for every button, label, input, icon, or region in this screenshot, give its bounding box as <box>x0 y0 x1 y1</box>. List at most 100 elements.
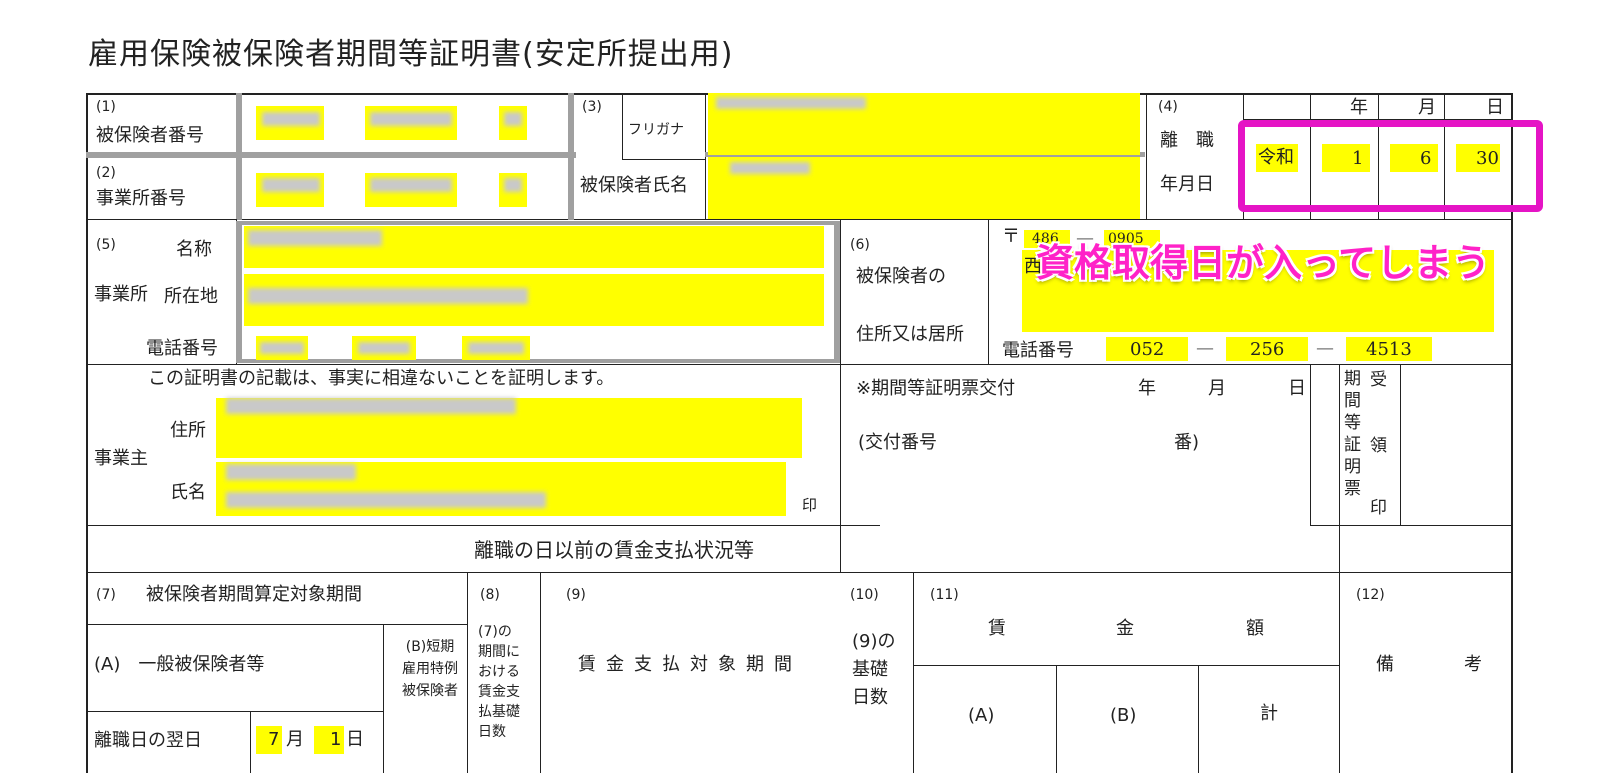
cert-address-label: 住所 <box>170 420 206 441</box>
f5-jigyosho: 事業所 <box>94 284 148 305</box>
redaction <box>504 112 522 126</box>
f11-total: 計 <box>1260 703 1278 724</box>
f8-line: 日数 <box>478 724 506 740</box>
v-line <box>467 572 468 773</box>
f2-num: (2) <box>96 165 116 181</box>
v-line <box>988 219 989 365</box>
f8-line: 期間に <box>478 644 520 660</box>
redaction <box>504 178 522 192</box>
v-line <box>1056 665 1057 773</box>
issue-number-close: 番) <box>1174 432 1200 453</box>
f10-num: (10) <box>850 587 879 603</box>
row-line-2 <box>86 364 1513 365</box>
f4-h-month: 月 <box>1418 97 1436 118</box>
grey-frame <box>568 93 574 220</box>
f6-phone-label: 電話番号 <box>1002 340 1074 361</box>
redaction <box>260 342 304 354</box>
f7-month[interactable]: 7 <box>268 731 279 749</box>
f9-label: 賃金支払対象期間 <box>578 654 802 675</box>
vchar: 等 <box>1344 413 1361 433</box>
f7-B: (B)短期 雇用特例 被保険者 <box>394 636 466 702</box>
f11-c1: 賃 <box>988 618 1006 639</box>
f7-num: (7) <box>96 587 116 603</box>
redaction <box>262 178 320 192</box>
redaction <box>358 342 410 354</box>
postal-mark: 〒 <box>1002 226 1020 247</box>
receipt-char-2: 領 <box>1370 436 1387 456</box>
f11-c3: 額 <box>1246 618 1264 639</box>
f7-day-unit: 日 <box>346 729 364 750</box>
f10-line: (9)の <box>852 631 896 652</box>
receipt-char-3: 印 <box>1370 498 1387 518</box>
redaction <box>248 288 528 304</box>
h-line <box>622 159 706 160</box>
vchar: 証 <box>1344 435 1361 455</box>
f8-num: (8) <box>480 587 500 603</box>
document-title: 雇用保険被保険者期間等証明書(安定所提出用) <box>88 37 734 72</box>
v-line <box>622 93 623 160</box>
phone-dash-2: — <box>1316 338 1334 359</box>
f8-line: 賃金支 <box>478 684 520 700</box>
f8-line: おける <box>478 664 520 680</box>
f11-A: (A) <box>968 705 995 726</box>
v-line <box>840 219 841 573</box>
f11-B: (B) <box>1110 705 1137 726</box>
redaction <box>370 112 452 126</box>
f6-phone3[interactable]: 4513 <box>1366 341 1412 359</box>
annotation-callout: 資格取得日が入ってしまう <box>1036 241 1491 285</box>
f4-label2: 年月日 <box>1160 174 1214 195</box>
f7-A: (A) 一般被保険者等 <box>94 654 265 675</box>
f5-address-label: 所在地 <box>164 286 218 307</box>
vchar: 明 <box>1344 457 1361 477</box>
f10-line: 日数 <box>852 687 888 708</box>
f4-h-day: 日 <box>1486 97 1504 118</box>
f3-furigana-label: フリガナ <box>628 122 684 138</box>
f4-num: (4) <box>1158 99 1178 115</box>
f8-label: (7)の 期間に おける 賃金支 払基礎 日数 <box>478 622 520 742</box>
issue-day: 日 <box>1288 378 1306 399</box>
issue-label: ※期間等証明票交付 <box>856 378 1016 399</box>
row-line-3a <box>86 525 880 526</box>
v-line <box>250 711 251 773</box>
f7-B-line: (B)短期 <box>405 639 455 655</box>
f6-phone2[interactable]: 256 <box>1250 341 1284 359</box>
cert-name-label: 氏名 <box>170 482 206 503</box>
redaction <box>262 112 320 126</box>
f7-B-line: 雇用特例 <box>402 661 458 677</box>
redaction <box>716 97 866 109</box>
f6-phone1[interactable]: 052 <box>1130 341 1164 359</box>
vchar: 票 <box>1344 479 1361 499</box>
f5-name-label: 名称 <box>176 239 212 260</box>
grey-frame <box>236 221 242 363</box>
date-annotation-box <box>1238 120 1543 212</box>
f11-num: (11) <box>930 587 959 603</box>
grey-frame <box>86 152 576 158</box>
border-left <box>86 93 88 773</box>
issue-year: 年 <box>1138 378 1156 399</box>
f11-c2: 金 <box>1116 618 1134 639</box>
f10-line: 基礎 <box>852 659 888 680</box>
f1-label: 被保険者番号 <box>96 125 204 146</box>
f12-num: (12) <box>1356 587 1385 603</box>
receipt-vertical-1: 期 間 等 証 明 票 <box>1344 368 1364 500</box>
v-line <box>383 624 384 773</box>
redaction <box>370 178 452 192</box>
cert-statement: この証明書の記載は、事実に相違ないことを証明します。 <box>148 368 615 389</box>
h-line <box>913 665 1340 666</box>
v-line <box>1146 93 1147 220</box>
f7-day[interactable]: 1 <box>330 731 341 749</box>
h-line <box>86 711 384 712</box>
row-line-1 <box>86 219 1513 220</box>
redaction <box>730 162 810 174</box>
f1-num: (1) <box>96 99 116 115</box>
f8-line: 払基礎 <box>478 704 520 720</box>
v-line <box>1400 364 1401 526</box>
f8-line: (7)の <box>478 624 512 640</box>
f5-num: (5) <box>96 237 116 253</box>
cert-employer: 事業主 <box>94 448 148 469</box>
redaction <box>468 342 524 354</box>
v-line <box>1339 364 1340 773</box>
f7-label: 被保険者期間算定対象期間 <box>146 584 362 605</box>
f12-c2: 考 <box>1464 654 1482 675</box>
v-line <box>1198 665 1199 773</box>
